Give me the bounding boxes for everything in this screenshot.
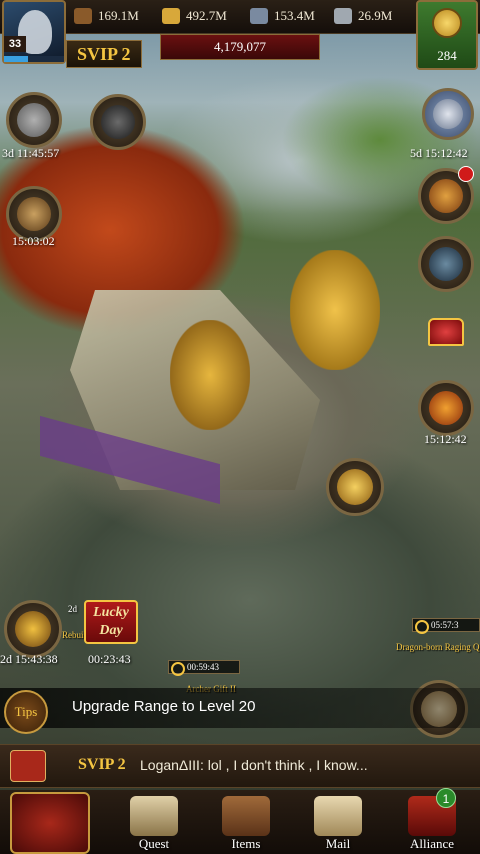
stone-value: 153.4M <box>274 8 315 23</box>
chat-message[interactable]: LoganΔIII: lol , I don't think , I know.… <box>140 757 368 773</box>
chat-icon[interactable] <box>10 750 46 782</box>
nav-alliance[interactable]: Alliance <box>392 792 472 854</box>
lucky-day-timer: 00:23:43 <box>88 652 131 666</box>
dragon-icon <box>101 105 135 139</box>
nav-mail-label: Mail <box>325 836 351 851</box>
food-value: 492.7M <box>186 8 227 23</box>
ore-icon <box>334 8 352 24</box>
hero-icon <box>15 611 51 647</box>
tips-text[interactable]: Upgrade Range to Level 20 <box>72 698 255 715</box>
hero-button[interactable] <box>4 600 62 658</box>
hammer-timer-2: 15:03:02 <box>12 234 55 248</box>
godzilla-event-button[interactable] <box>418 236 474 292</box>
mail-icon <box>314 796 362 836</box>
stone-resource[interactable]: 153.4M <box>250 6 315 26</box>
nav-mail[interactable]: Mail <box>298 792 378 854</box>
dragonborn-build-label: Dragon-born Raging Q <box>396 642 480 652</box>
hero-timer: 2d 15:43:38 <box>0 652 58 666</box>
tips-badge[interactable]: Tips <box>4 690 48 734</box>
gold-amount: 284 <box>437 48 457 63</box>
alliance-badge: 1 <box>436 788 456 808</box>
chest-timer: 15:12:42 <box>424 432 467 446</box>
ore-resource[interactable]: 26.9M <box>334 6 392 26</box>
trophy-icon <box>337 469 373 505</box>
xp-bar <box>4 56 64 62</box>
food-resource[interactable]: 492.7M <box>162 6 227 26</box>
builder-hammer-button[interactable] <box>6 92 62 148</box>
wheat-icon <box>162 8 180 24</box>
crown-icon[interactable] <box>428 318 464 346</box>
dragon-button[interactable] <box>90 94 146 150</box>
stone-icon <box>250 8 268 24</box>
gift-chest-icon <box>429 391 463 425</box>
hammer-icon <box>17 103 51 137</box>
nav-alliance-label: Alliance <box>409 836 455 851</box>
nav-items-label: Items <box>231 836 261 851</box>
chest-icon <box>429 179 463 213</box>
nav-quest[interactable]: Quest <box>114 792 194 854</box>
lucky-mini-timer: 2d <box>68 604 77 614</box>
lucky-day-button[interactable]: Lucky Day <box>84 600 138 644</box>
trophy-button[interactable] <box>326 458 384 516</box>
backpack-icon <box>222 796 270 836</box>
wood-icon <box>74 8 92 24</box>
notification-dot-icon <box>458 166 474 182</box>
castle-button[interactable] <box>10 792 90 854</box>
chat-svip: SVIP 2 <box>78 756 126 773</box>
event-timer: 5d 15:12:42 <box>410 146 468 160</box>
palace-icon <box>433 99 463 129</box>
gold-coin-icon <box>432 8 462 38</box>
gift-chest-button[interactable] <box>418 380 474 436</box>
scroll-icon <box>130 796 178 836</box>
archer-build-timer: 00:59:43 <box>168 660 240 676</box>
player-level: 33 <box>4 36 26 52</box>
event-palace-button[interactable] <box>422 88 474 140</box>
power-display[interactable]: 4,179,077 <box>160 34 320 60</box>
monster-icon <box>429 247 463 281</box>
rebuild-label: Rebui <box>62 630 84 640</box>
top-resource-bar <box>0 0 480 34</box>
svip-badge[interactable]: SVIP 2 <box>66 40 142 68</box>
wood-value: 169.1M <box>98 8 139 23</box>
wood-resource[interactable]: 169.1M <box>74 6 139 26</box>
dragonborn-build-timer: 05:57:3 <box>412 618 480 634</box>
gold-shop-button[interactable]: 284 <box>416 0 478 70</box>
ore-value: 26.9M <box>358 8 393 23</box>
player-avatar[interactable] <box>2 0 66 64</box>
golden-pegasus-statue <box>290 250 380 370</box>
golden-chariot-statue <box>170 320 250 430</box>
nav-items[interactable]: Items <box>206 792 286 854</box>
nav-quest-label: Quest <box>138 836 170 851</box>
xp-bar-fill <box>4 56 28 62</box>
hammer-timer-1: 3d 11:45:57 <box>2 146 60 160</box>
hammer-icon <box>17 197 51 231</box>
